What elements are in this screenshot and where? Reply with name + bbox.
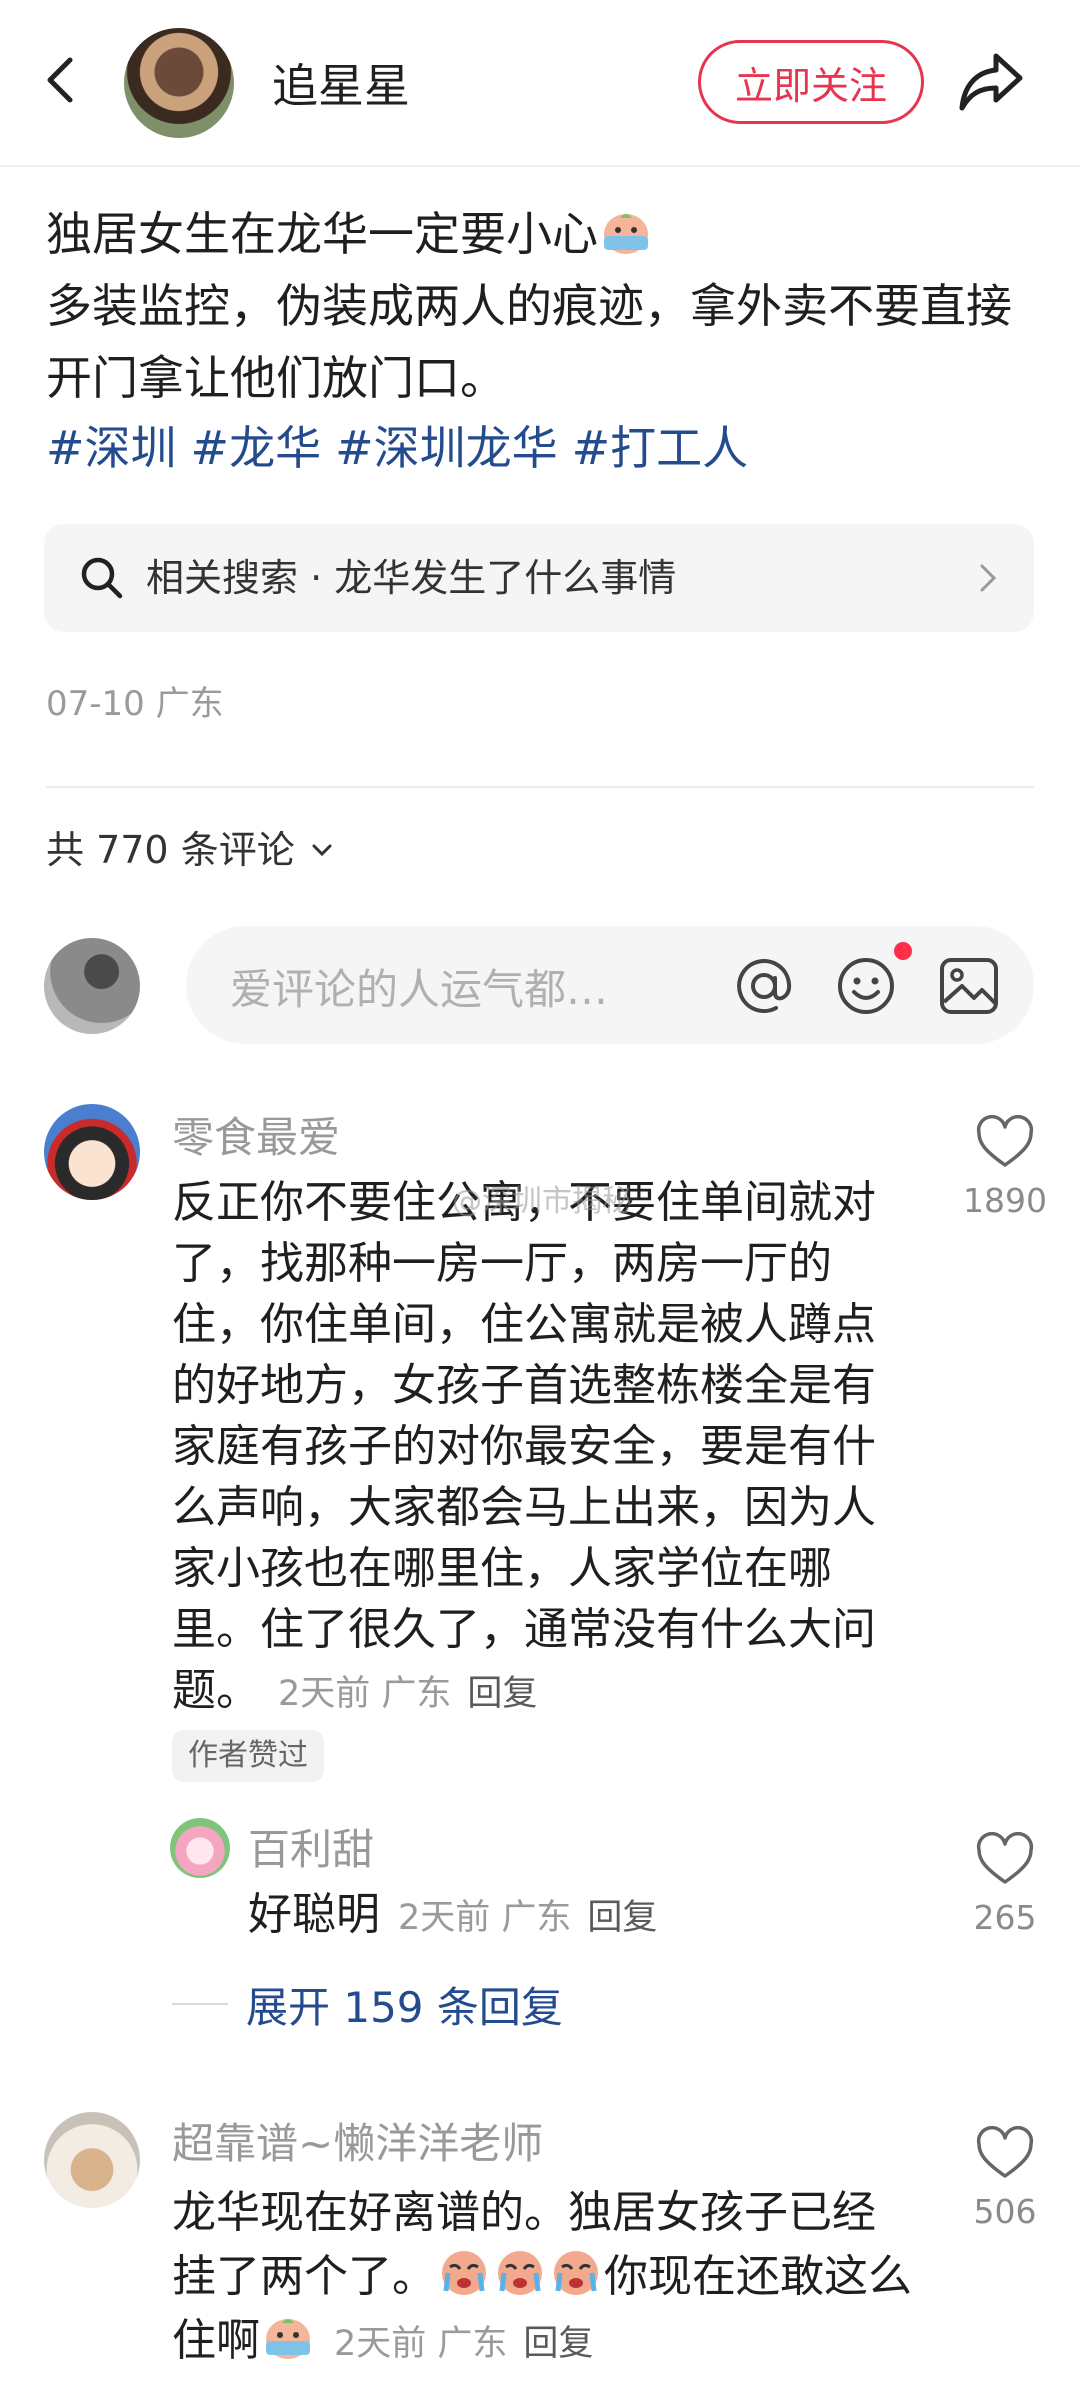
image-picker-icon[interactable]	[938, 956, 1000, 1016]
crying-emoji-icon	[604, 214, 648, 254]
emoji-icon[interactable]	[834, 954, 898, 1018]
expand-divider	[172, 2003, 228, 2005]
hashtag-list: #深圳 #龙华 #深圳龙华 #打工人	[46, 412, 748, 484]
notification-dot	[894, 942, 912, 960]
crying-emoji-icon	[554, 2251, 598, 2295]
share-icon[interactable]	[954, 44, 1030, 120]
like-count: 265	[973, 1898, 1037, 1937]
comment-text: 龙华现在好离谱的。独居女孩子已经挂了两个了。 你现在还敢这么住啊 2天前 广东 回复	[172, 2187, 912, 2366]
heart-icon	[976, 1832, 1034, 1884]
hashtag[interactable]: #深圳	[46, 412, 177, 484]
comment-text: 反正你不要住公寓，不要住单间就对了，找那种一房一厅，两房一厅的住，你住单间，住公…	[172, 1177, 876, 1716]
related-search-bar[interactable]: 相关搜索 · 龙华发生了什么事情	[44, 524, 1034, 632]
like-button[interactable]: 1890	[955, 1115, 1055, 1220]
like-count: 1890	[963, 1181, 1047, 1220]
back-arrow-icon[interactable]	[36, 52, 92, 108]
comment-count-label: 共 770 条评论	[46, 828, 295, 872]
comment-username[interactable]: 超靠谱~懒洋洋老师	[172, 2110, 543, 2171]
chevron-right-icon	[980, 564, 997, 592]
comment-username[interactable]: 零食最爱	[172, 1104, 340, 1165]
author-avatar[interactable]	[124, 28, 234, 138]
watermark: @深圳市揭秘	[452, 1184, 632, 1219]
reply-button[interactable]: 回复	[467, 1674, 537, 1714]
post-title: 独居女生在龙华一定要小心	[46, 198, 654, 270]
comment-count-sort[interactable]: 共 770 条评论	[46, 820, 339, 880]
follow-button[interactable]: 立即关注	[698, 40, 924, 124]
heart-icon	[976, 2126, 1034, 2178]
like-button[interactable]: 265	[955, 1832, 1055, 1937]
reply-button[interactable]: 回复	[587, 1898, 657, 1938]
comment-input-placeholder: 爱评论的人运气都…	[230, 965, 609, 1014]
reply-text: 好聪明 2天前 广东 回复	[248, 1889, 658, 1940]
crying-emoji-icon	[498, 2251, 542, 2295]
crying-emoji-icon	[266, 2319, 310, 2359]
like-button[interactable]: 506	[955, 2126, 1055, 2231]
reply-button[interactable]: 回复	[523, 2324, 593, 2364]
related-search-text: 相关搜索 · 龙华发生了什么事情	[146, 556, 677, 600]
post-date-location: 07-10 广东	[46, 684, 224, 724]
hashtag[interactable]: #深圳龙华	[335, 412, 558, 484]
expand-replies-link[interactable]: 展开 159 条回复	[246, 1974, 563, 2035]
search-icon	[81, 557, 123, 599]
comment-time-location: 2天前 广东	[334, 2324, 508, 2364]
heart-icon	[976, 1115, 1034, 1167]
author-liked-badge: 作者赞过	[172, 1730, 324, 1782]
comment-input[interactable]: 爱评论的人运气都…	[186, 926, 1034, 1044]
divider	[46, 786, 1034, 788]
reply-time-location: 2天前 广东	[398, 1898, 572, 1938]
crying-emoji-icon	[442, 2251, 486, 2295]
hashtag[interactable]: #打工人	[572, 412, 749, 484]
hashtag[interactable]: #龙华	[191, 412, 322, 484]
my-avatar	[44, 938, 140, 1034]
chevron-down-icon	[312, 844, 332, 857]
reply-avatar[interactable]	[170, 1818, 230, 1878]
like-count: 506	[973, 2192, 1037, 2231]
comment-time-location: 2天前 广东	[278, 1674, 452, 1714]
author-name[interactable]: 追星星	[272, 50, 410, 116]
comment-avatar[interactable]	[44, 1104, 140, 1200]
post-body: 多装监控，伪装成两人的痕迹，拿外卖不要直接开门拿让他们放门口。	[46, 279, 1012, 405]
mention-at-icon[interactable]	[732, 954, 796, 1018]
comment-avatar[interactable]	[44, 2112, 140, 2208]
top-bar: 追星星 立即关注	[0, 0, 1080, 167]
reply-username[interactable]: 百利甜	[248, 1816, 374, 1877]
